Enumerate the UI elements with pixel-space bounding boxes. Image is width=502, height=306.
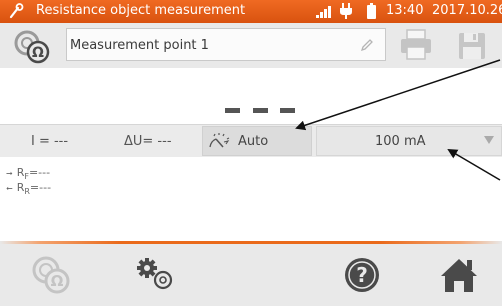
arrow-left-icon: ➞ <box>6 184 13 193</box>
range-mode-select[interactable]: Auto <box>202 126 312 156</box>
printer-icon[interactable] <box>398 27 434 63</box>
info-row: I = --- ΔU= --- Auto 100 mA <box>0 124 502 157</box>
reverse-resistance-readout: ➞ RR=--- <box>6 181 51 196</box>
help-icon[interactable]: ? <box>339 252 385 298</box>
clock-time: 13:40 <box>386 3 424 18</box>
triangle-down-icon <box>484 136 494 144</box>
bottom-navigation-bar: Ω ? <box>0 244 502 306</box>
signal-icon <box>316 6 331 18</box>
reverse-resistance-value: =--- <box>29 181 52 194</box>
resistance-meter-icon[interactable]: Ω <box>12 28 54 64</box>
arrow-right-icon: ➞ <box>6 169 13 178</box>
svg-text:Ω: Ω <box>51 272 64 290</box>
main-result-dash <box>280 108 295 113</box>
main-result-dash <box>253 108 268 113</box>
forward-resistance-value: =--- <box>28 166 51 179</box>
main-result-dash <box>225 108 240 113</box>
test-current-select[interactable]: 100 mA <box>316 126 502 156</box>
readings-panel: ➞ RF=--- ➞ RR=--- <box>0 157 502 241</box>
status-bar: Resistance object measurement 13:40 2017… <box>0 0 502 23</box>
main-result-area: --- <box>0 68 502 123</box>
range-mode-label: Auto <box>238 134 269 149</box>
window-title: Resistance object measurement <box>36 3 246 18</box>
floppy-disk-icon[interactable] <box>455 30 489 62</box>
forward-resistance-readout: ➞ RF=--- <box>6 166 50 181</box>
battery-icon <box>367 3 376 19</box>
voltage-drop-readout: ΔU= --- <box>124 134 172 149</box>
measurement-point-label: Measurement point 1 <box>70 38 209 53</box>
svg-text:?: ? <box>356 263 368 287</box>
resistance-meter-icon[interactable]: Ω <box>28 252 74 298</box>
current-readout: I = --- <box>31 134 69 149</box>
screen: Resistance object measurement 13:40 2017… <box>0 0 502 306</box>
auto-range-icon <box>209 133 230 148</box>
home-icon[interactable] <box>436 252 482 298</box>
measurement-point-field[interactable]: Measurement point 1 <box>66 28 386 61</box>
gears-icon[interactable] <box>133 252 179 298</box>
pencil-icon[interactable] <box>359 37 375 53</box>
plug-icon <box>340 3 352 19</box>
wrench-icon <box>9 3 24 19</box>
header-toolbar: Ω Measurement point 1 <box>0 23 502 68</box>
clock-date: 2017.10.26 <box>432 3 502 18</box>
test-current-label: 100 mA <box>375 134 426 149</box>
svg-text:Ω: Ω <box>32 45 44 61</box>
